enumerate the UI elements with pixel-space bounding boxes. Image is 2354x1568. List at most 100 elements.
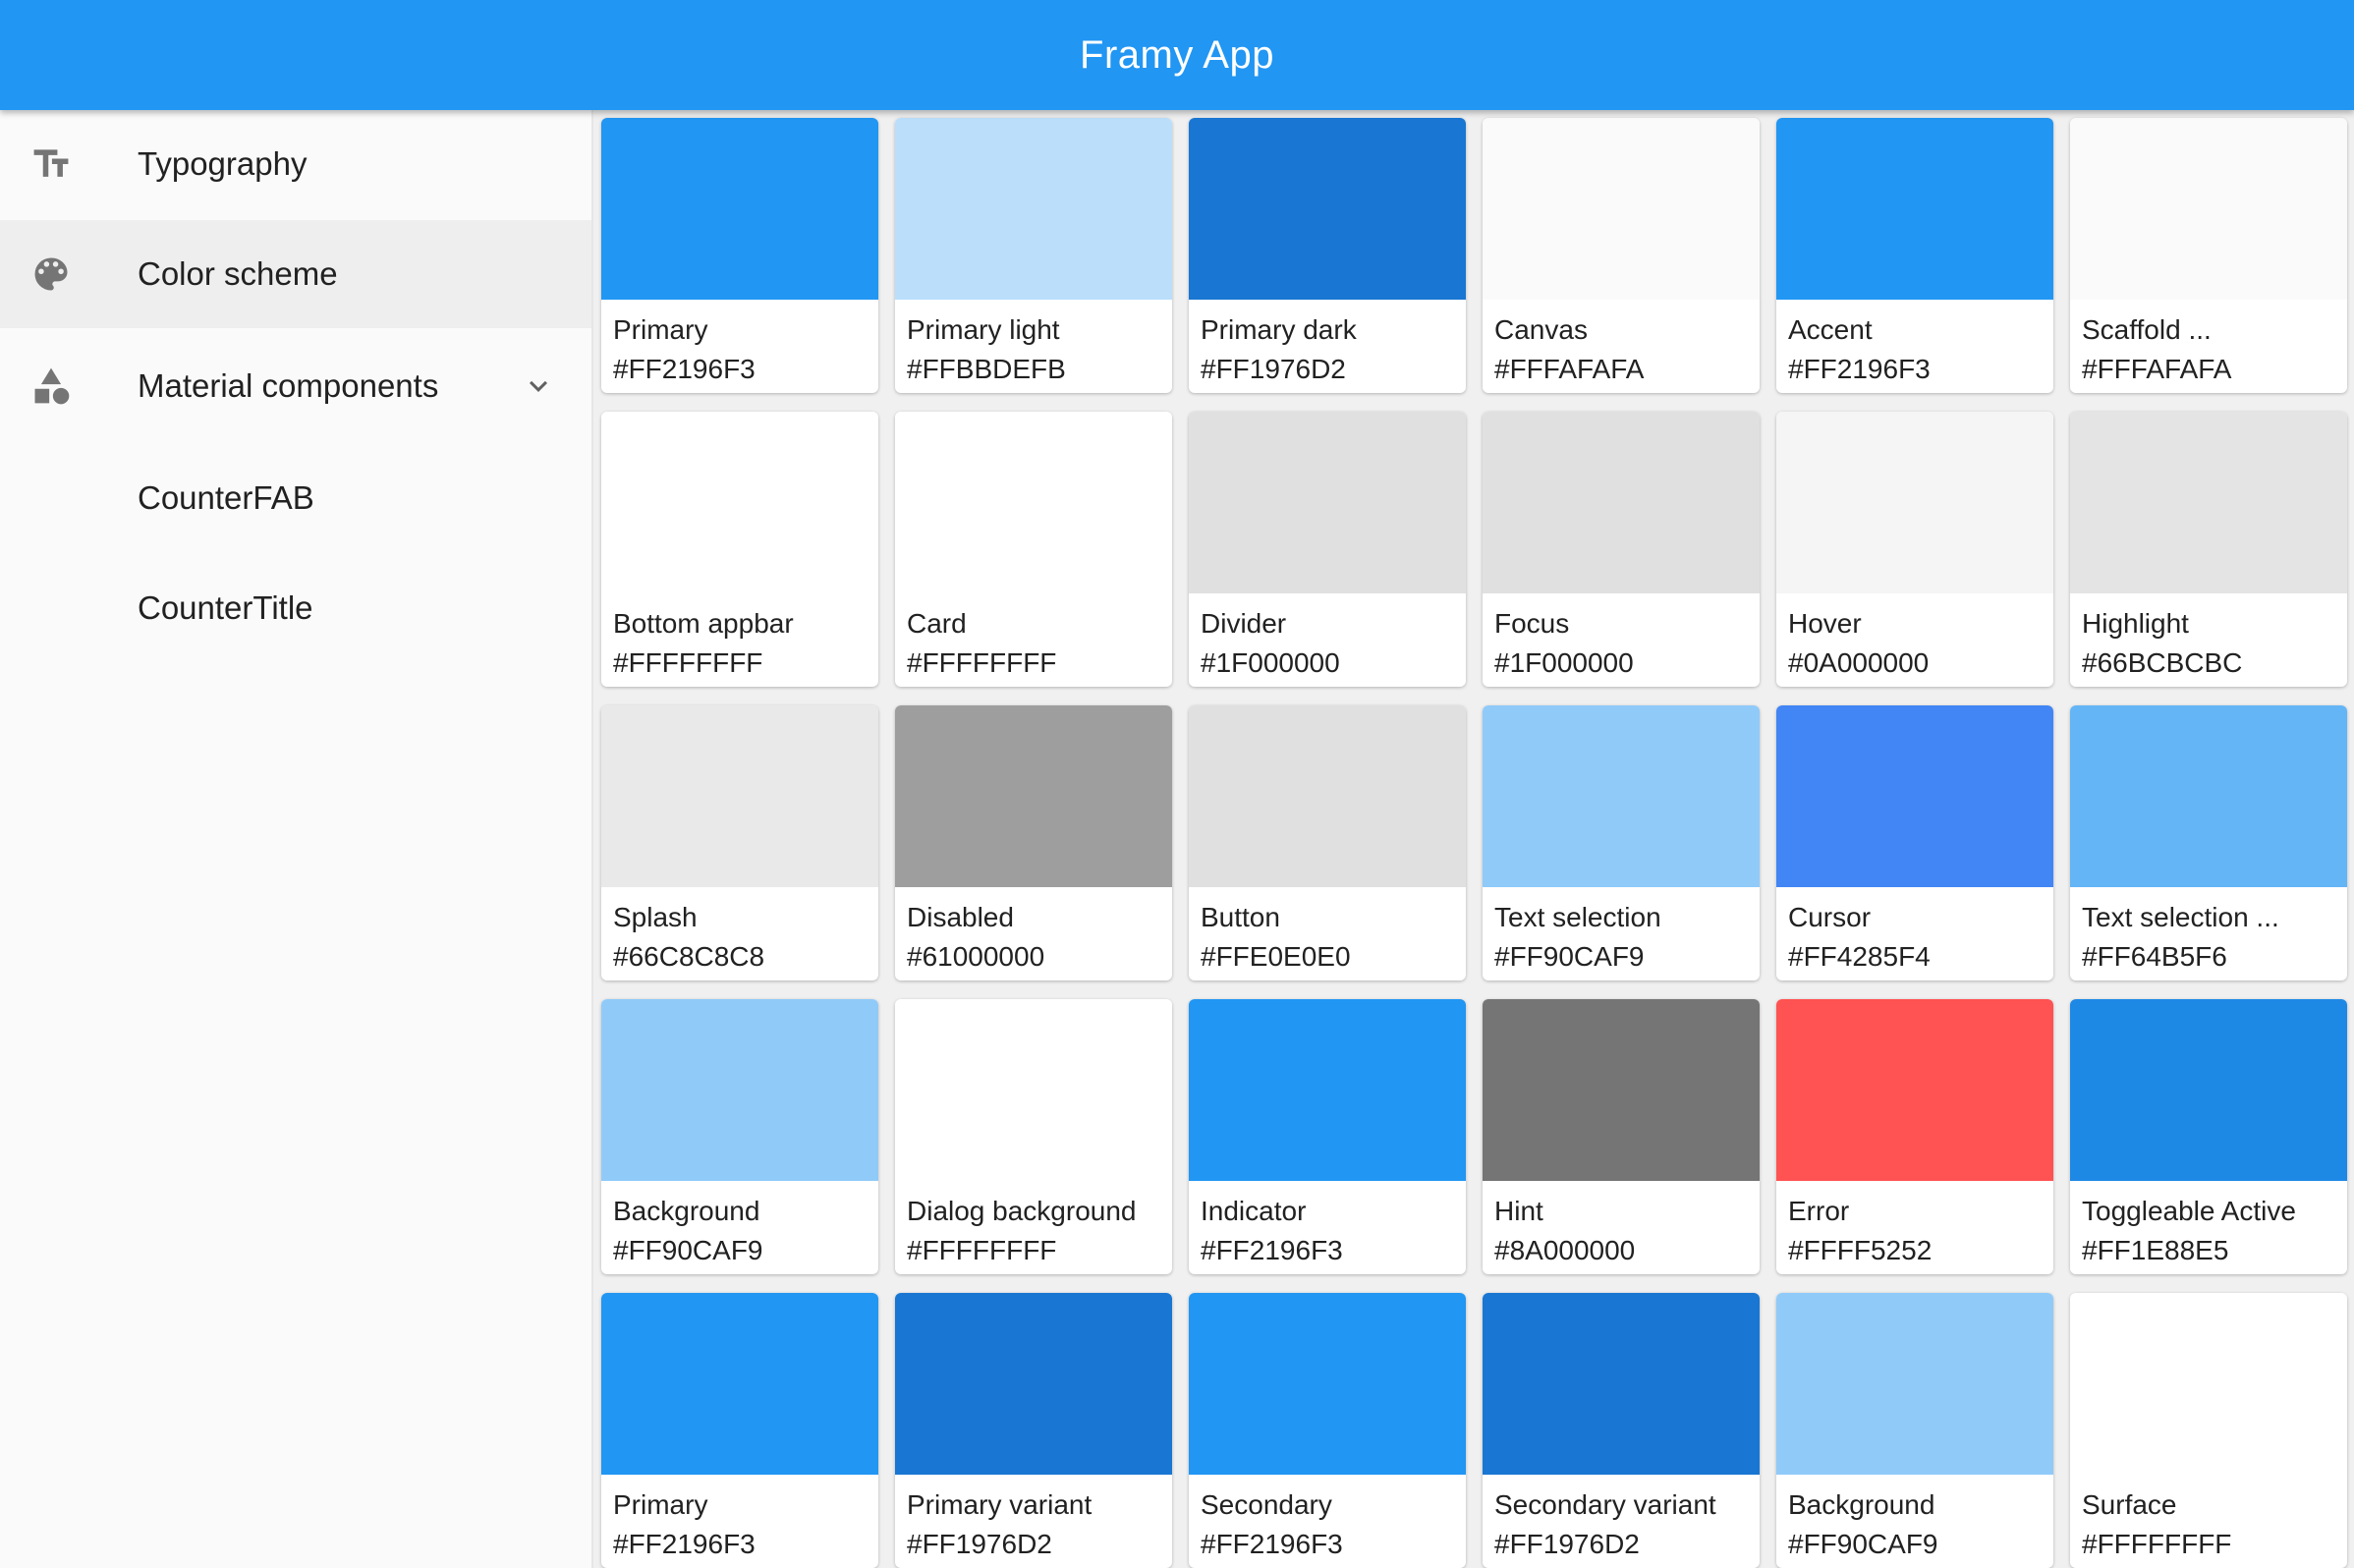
color-hex-value: #FF90CAF9 <box>613 1235 763 1265</box>
color-card[interactable]: Indicator #FF2196F3 <box>1189 999 1466 1274</box>
color-card[interactable]: Focus #1F000000 <box>1483 412 1760 687</box>
color-name: Hint <box>1494 1196 1543 1226</box>
color-card[interactable]: Cursor #FF4285F4 <box>1776 705 2053 980</box>
color-scheme-grid: Primary #FF2196F3 Primary light #FFBBDEFB Pr… <box>593 110 2354 1568</box>
color-card[interactable]: Background #FF90CAF9 <box>601 999 878 1274</box>
color-hex-value: #FF2196F3 <box>1788 354 1931 384</box>
color-card[interactable]: Bottom appbar #FFFFFFFF <box>601 412 878 687</box>
color-hex-value: #FF90CAF9 <box>1494 941 1645 972</box>
color-name: Secondary <box>1201 1489 1332 1520</box>
color-name: Primary variant <box>907 1489 1093 1520</box>
nav-label-countertitle: CounterTitle <box>138 589 313 626</box>
color-card[interactable]: Highlight #66BCBCBC <box>2070 412 2347 687</box>
color-swatch <box>2070 705 2347 887</box>
color-hex-value: #FF1976D2 <box>1494 1529 1640 1559</box>
color-name: Primary <box>613 1489 708 1520</box>
color-hex-value: #FFE0E0E0 <box>1201 941 1351 972</box>
nav-item-counterfab[interactable]: CounterFAB <box>0 444 591 552</box>
color-name: Disabled <box>907 902 1014 932</box>
color-name: Cursor <box>1788 902 1872 932</box>
color-card[interactable]: Text selection #FF90CAF9 <box>1483 705 1760 980</box>
color-swatch <box>601 1293 878 1475</box>
color-name: Dialog background <box>907 1196 1137 1226</box>
color-hex-value: #FF1976D2 <box>907 1529 1052 1559</box>
color-name: Error <box>1788 1196 1850 1226</box>
color-card[interactable]: Text selection ... #FF64B5F6 <box>2070 705 2347 980</box>
color-swatch <box>1776 1293 2053 1475</box>
color-swatch <box>1483 412 1760 593</box>
color-name: Highlight <box>2082 608 2189 639</box>
color-card[interactable]: Dialog background #FFFFFFFF <box>895 999 1172 1274</box>
app-title: Framy App <box>1080 32 1274 77</box>
color-hex-value: #66C8C8C8 <box>613 941 765 972</box>
color-hex-value: #FF2196F3 <box>1201 1529 1343 1559</box>
color-swatch <box>1483 999 1760 1181</box>
category-shapes-icon <box>29 364 73 408</box>
color-swatch <box>895 1293 1172 1475</box>
color-card[interactable]: Secondary #FF2196F3 <box>1189 1293 1466 1568</box>
color-hex-value: #FFFF5252 <box>1788 1235 1933 1265</box>
color-card[interactable]: Primary #FF2196F3 <box>601 118 878 393</box>
color-hex-value: #FF1E88E5 <box>2082 1235 2229 1265</box>
color-swatch <box>601 412 878 593</box>
chevron-down-icon[interactable] <box>521 368 556 404</box>
color-swatch <box>1776 118 2053 300</box>
color-swatch <box>1189 999 1466 1181</box>
color-name: Card <box>907 608 967 639</box>
color-swatch <box>895 118 1172 300</box>
color-card[interactable]: Accent #FF2196F3 <box>1776 118 2053 393</box>
color-name: Primary light <box>907 314 1060 345</box>
color-card[interactable]: Background #FF90CAF9 <box>1776 1293 2053 1568</box>
color-name: Button <box>1201 902 1280 932</box>
color-card[interactable]: Error #FFFF5252 <box>1776 999 2053 1274</box>
color-card[interactable]: Primary light #FFBBDEFB <box>895 118 1172 393</box>
nav-item-countertitle[interactable]: CounterTitle <box>0 554 591 662</box>
color-card[interactable]: Surface #FFFFFFFF <box>2070 1293 2347 1568</box>
color-swatch <box>1189 1293 1466 1475</box>
color-swatch <box>2070 118 2347 300</box>
color-swatch <box>895 412 1172 593</box>
color-card[interactable]: Secondary variant #FF1976D2 <box>1483 1293 1760 1568</box>
color-name: Toggleable Active <box>2082 1196 2296 1226</box>
color-card[interactable]: Canvas #FFFAFAFA <box>1483 118 1760 393</box>
color-card[interactable]: Primary variant #FF1976D2 <box>895 1293 1172 1568</box>
color-swatch <box>1189 705 1466 887</box>
color-card[interactable]: Disabled #61000000 <box>895 705 1172 980</box>
color-swatch <box>1483 1293 1760 1475</box>
color-swatch <box>1483 705 1760 887</box>
color-name: Hover <box>1788 608 1862 639</box>
color-card[interactable]: Card #FFFFFFFF <box>895 412 1172 687</box>
color-hex-value: #FFFFFFFF <box>907 1235 1057 1265</box>
color-card[interactable]: Primary #FF2196F3 <box>601 1293 878 1568</box>
color-name: Primary dark <box>1201 314 1357 345</box>
nav-item-material-components[interactable]: Material components <box>0 332 591 440</box>
color-swatch <box>1776 412 2053 593</box>
color-hex-value: #FFBBDEFB <box>907 354 1066 384</box>
color-swatch <box>895 999 1172 1181</box>
color-name: Splash <box>613 902 698 932</box>
color-card[interactable]: Splash #66C8C8C8 <box>601 705 878 980</box>
color-hex-value: #FFFFFFFF <box>907 647 1057 678</box>
color-name: Focus <box>1494 608 1570 639</box>
color-card[interactable]: Primary dark #FF1976D2 <box>1189 118 1466 393</box>
color-card[interactable]: Divider #1F000000 <box>1189 412 1466 687</box>
color-card[interactable]: Button #FFE0E0E0 <box>1189 705 1466 980</box>
color-card[interactable]: Hover #0A000000 <box>1776 412 2053 687</box>
color-name: Primary <box>613 314 708 345</box>
navigation-drawer: Typography Color scheme Material compone… <box>0 110 593 1568</box>
color-name: Accent <box>1788 314 1873 345</box>
color-hex-value: #FF64B5F6 <box>2082 941 2227 972</box>
color-hex-value: #FF4285F4 <box>1788 941 1931 972</box>
color-hex-value: #1F000000 <box>1201 647 1340 678</box>
color-card[interactable]: Toggleable Active #FF1E88E5 <box>2070 999 2347 1274</box>
nav-item-typography[interactable]: Typography <box>0 110 591 218</box>
nav-label-material-components: Material components <box>138 367 439 404</box>
color-swatch <box>2070 999 2347 1181</box>
color-swatch <box>1776 999 2053 1181</box>
color-name: Indicator <box>1201 1196 1307 1226</box>
color-swatch <box>895 705 1172 887</box>
color-hex-value: #66BCBCBC <box>2082 647 2243 678</box>
color-card[interactable]: Hint #8A000000 <box>1483 999 1760 1274</box>
color-card[interactable]: Scaffold ... #FFFAFAFA <box>2070 118 2347 393</box>
nav-item-color-scheme[interactable]: Color scheme <box>0 220 591 328</box>
